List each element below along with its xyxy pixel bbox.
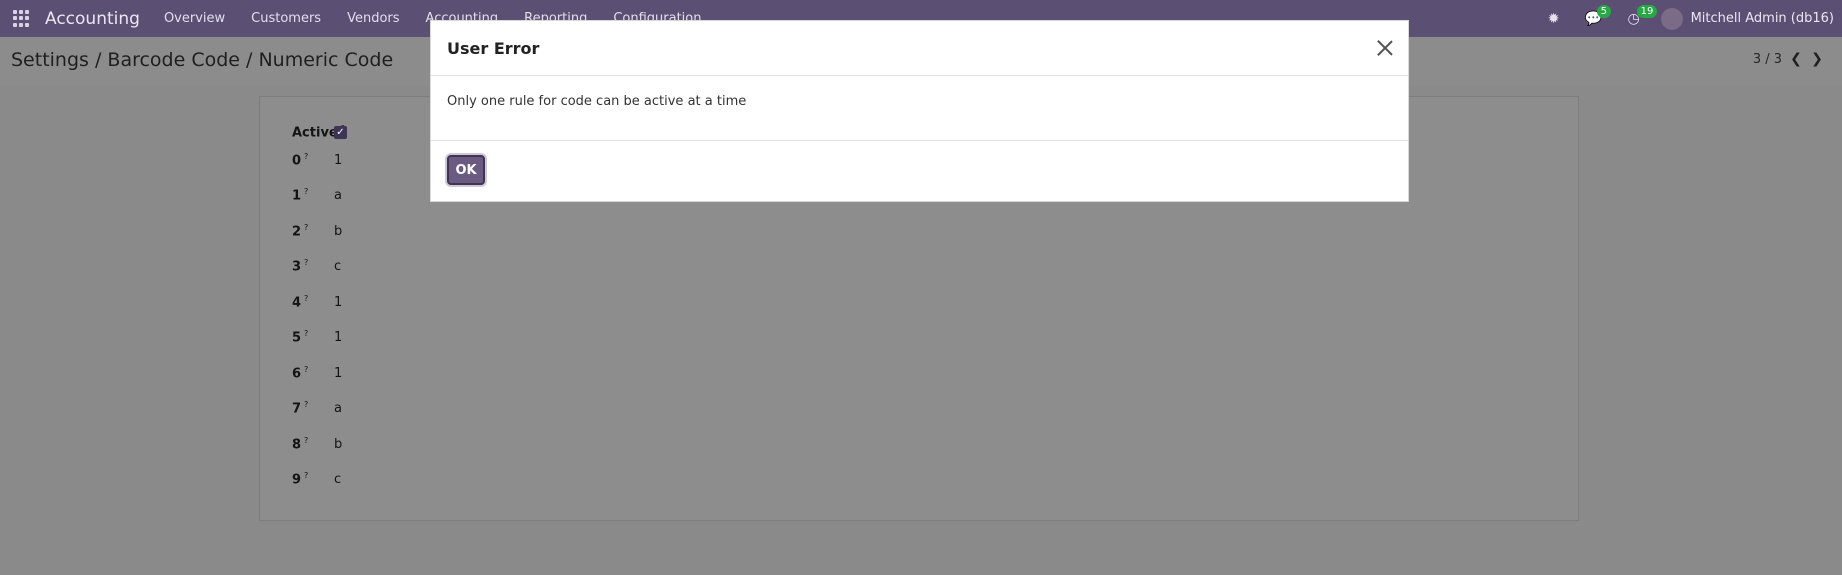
- field-label: 2: [292, 224, 302, 240]
- messages-icon[interactable]: 💬 5: [1581, 0, 1611, 37]
- breadcrumb[interactable]: Settings / Barcode Code / Numeric Code: [11, 49, 393, 71]
- field-row: 7? a: [292, 399, 342, 417]
- dialog-footer: OK: [431, 141, 1408, 199]
- field-row: 2? b: [292, 222, 343, 240]
- field-label: Active?: [292, 124, 345, 141]
- field-label: 8: [292, 437, 302, 453]
- dialog-message: Only one rule for code can be active at …: [431, 76, 1408, 141]
- field-row: 5? 1: [292, 328, 343, 346]
- menu-item-vendors[interactable]: Vendors: [347, 11, 399, 26]
- error-dialog: User Error Only one rule for code can be…: [430, 20, 1409, 202]
- field-label: 3: [292, 259, 302, 275]
- user-menu[interactable]: Mitchell Admin (db16): [1691, 11, 1834, 26]
- field-row: 4? 1: [292, 293, 343, 311]
- activities-icon[interactable]: ◷ 19: [1621, 0, 1658, 37]
- field-label: 5: [292, 330, 302, 346]
- field-row: 9? c: [292, 470, 342, 488]
- field-row: 3? c: [292, 257, 342, 275]
- field-label: 4: [292, 295, 302, 311]
- field-label: 0: [292, 153, 302, 169]
- field-label: 7: [292, 401, 302, 417]
- ok-button[interactable]: OK: [447, 155, 485, 185]
- field-row: 1? a: [292, 186, 342, 204]
- bug-icon[interactable]: ✹: [1541, 0, 1567, 37]
- menu-item-customers[interactable]: Customers: [251, 11, 321, 26]
- field-value[interactable]: 1: [334, 153, 342, 168]
- field-value[interactable]: 1: [334, 330, 342, 345]
- dialog-header: User Error: [431, 21, 1408, 76]
- field-row: 8? b: [292, 435, 343, 453]
- field-value[interactable]: c: [334, 259, 341, 274]
- dialog-title: User Error: [447, 38, 540, 58]
- app-name[interactable]: Accounting: [45, 9, 140, 29]
- pager-value[interactable]: 3 / 3: [1753, 52, 1782, 67]
- avatar[interactable]: [1660, 7, 1683, 30]
- close-icon[interactable]: [1374, 37, 1396, 59]
- field-label: 9: [292, 472, 302, 488]
- field-row: 0? 1: [292, 151, 343, 169]
- active-checkbox[interactable]: ✓: [334, 125, 347, 139]
- apps-grid-icon[interactable]: [13, 9, 31, 28]
- chevron-right-icon[interactable]: ❯: [1809, 51, 1825, 67]
- field-label: 1: [292, 188, 302, 204]
- field-value[interactable]: b: [334, 224, 342, 239]
- field-active: Active? ✓: [292, 123, 347, 141]
- field-label: 6: [292, 366, 302, 382]
- messages-badge: 5: [1596, 5, 1611, 18]
- field-row: 6? 1: [292, 364, 343, 382]
- field-value[interactable]: 1: [334, 366, 342, 381]
- field-value[interactable]: a: [334, 401, 342, 416]
- activities-badge: 19: [1636, 5, 1658, 18]
- field-value[interactable]: c: [334, 472, 341, 487]
- field-value[interactable]: b: [334, 437, 342, 452]
- chevron-left-icon[interactable]: ❮: [1788, 51, 1804, 67]
- menu-item-overview[interactable]: Overview: [164, 11, 225, 26]
- field-value[interactable]: 1: [334, 295, 342, 310]
- field-value[interactable]: a: [334, 188, 342, 203]
- navbar-systray: ✹ 💬 5 ◷ 19 Mitchell Admin (db16): [1541, 0, 1842, 37]
